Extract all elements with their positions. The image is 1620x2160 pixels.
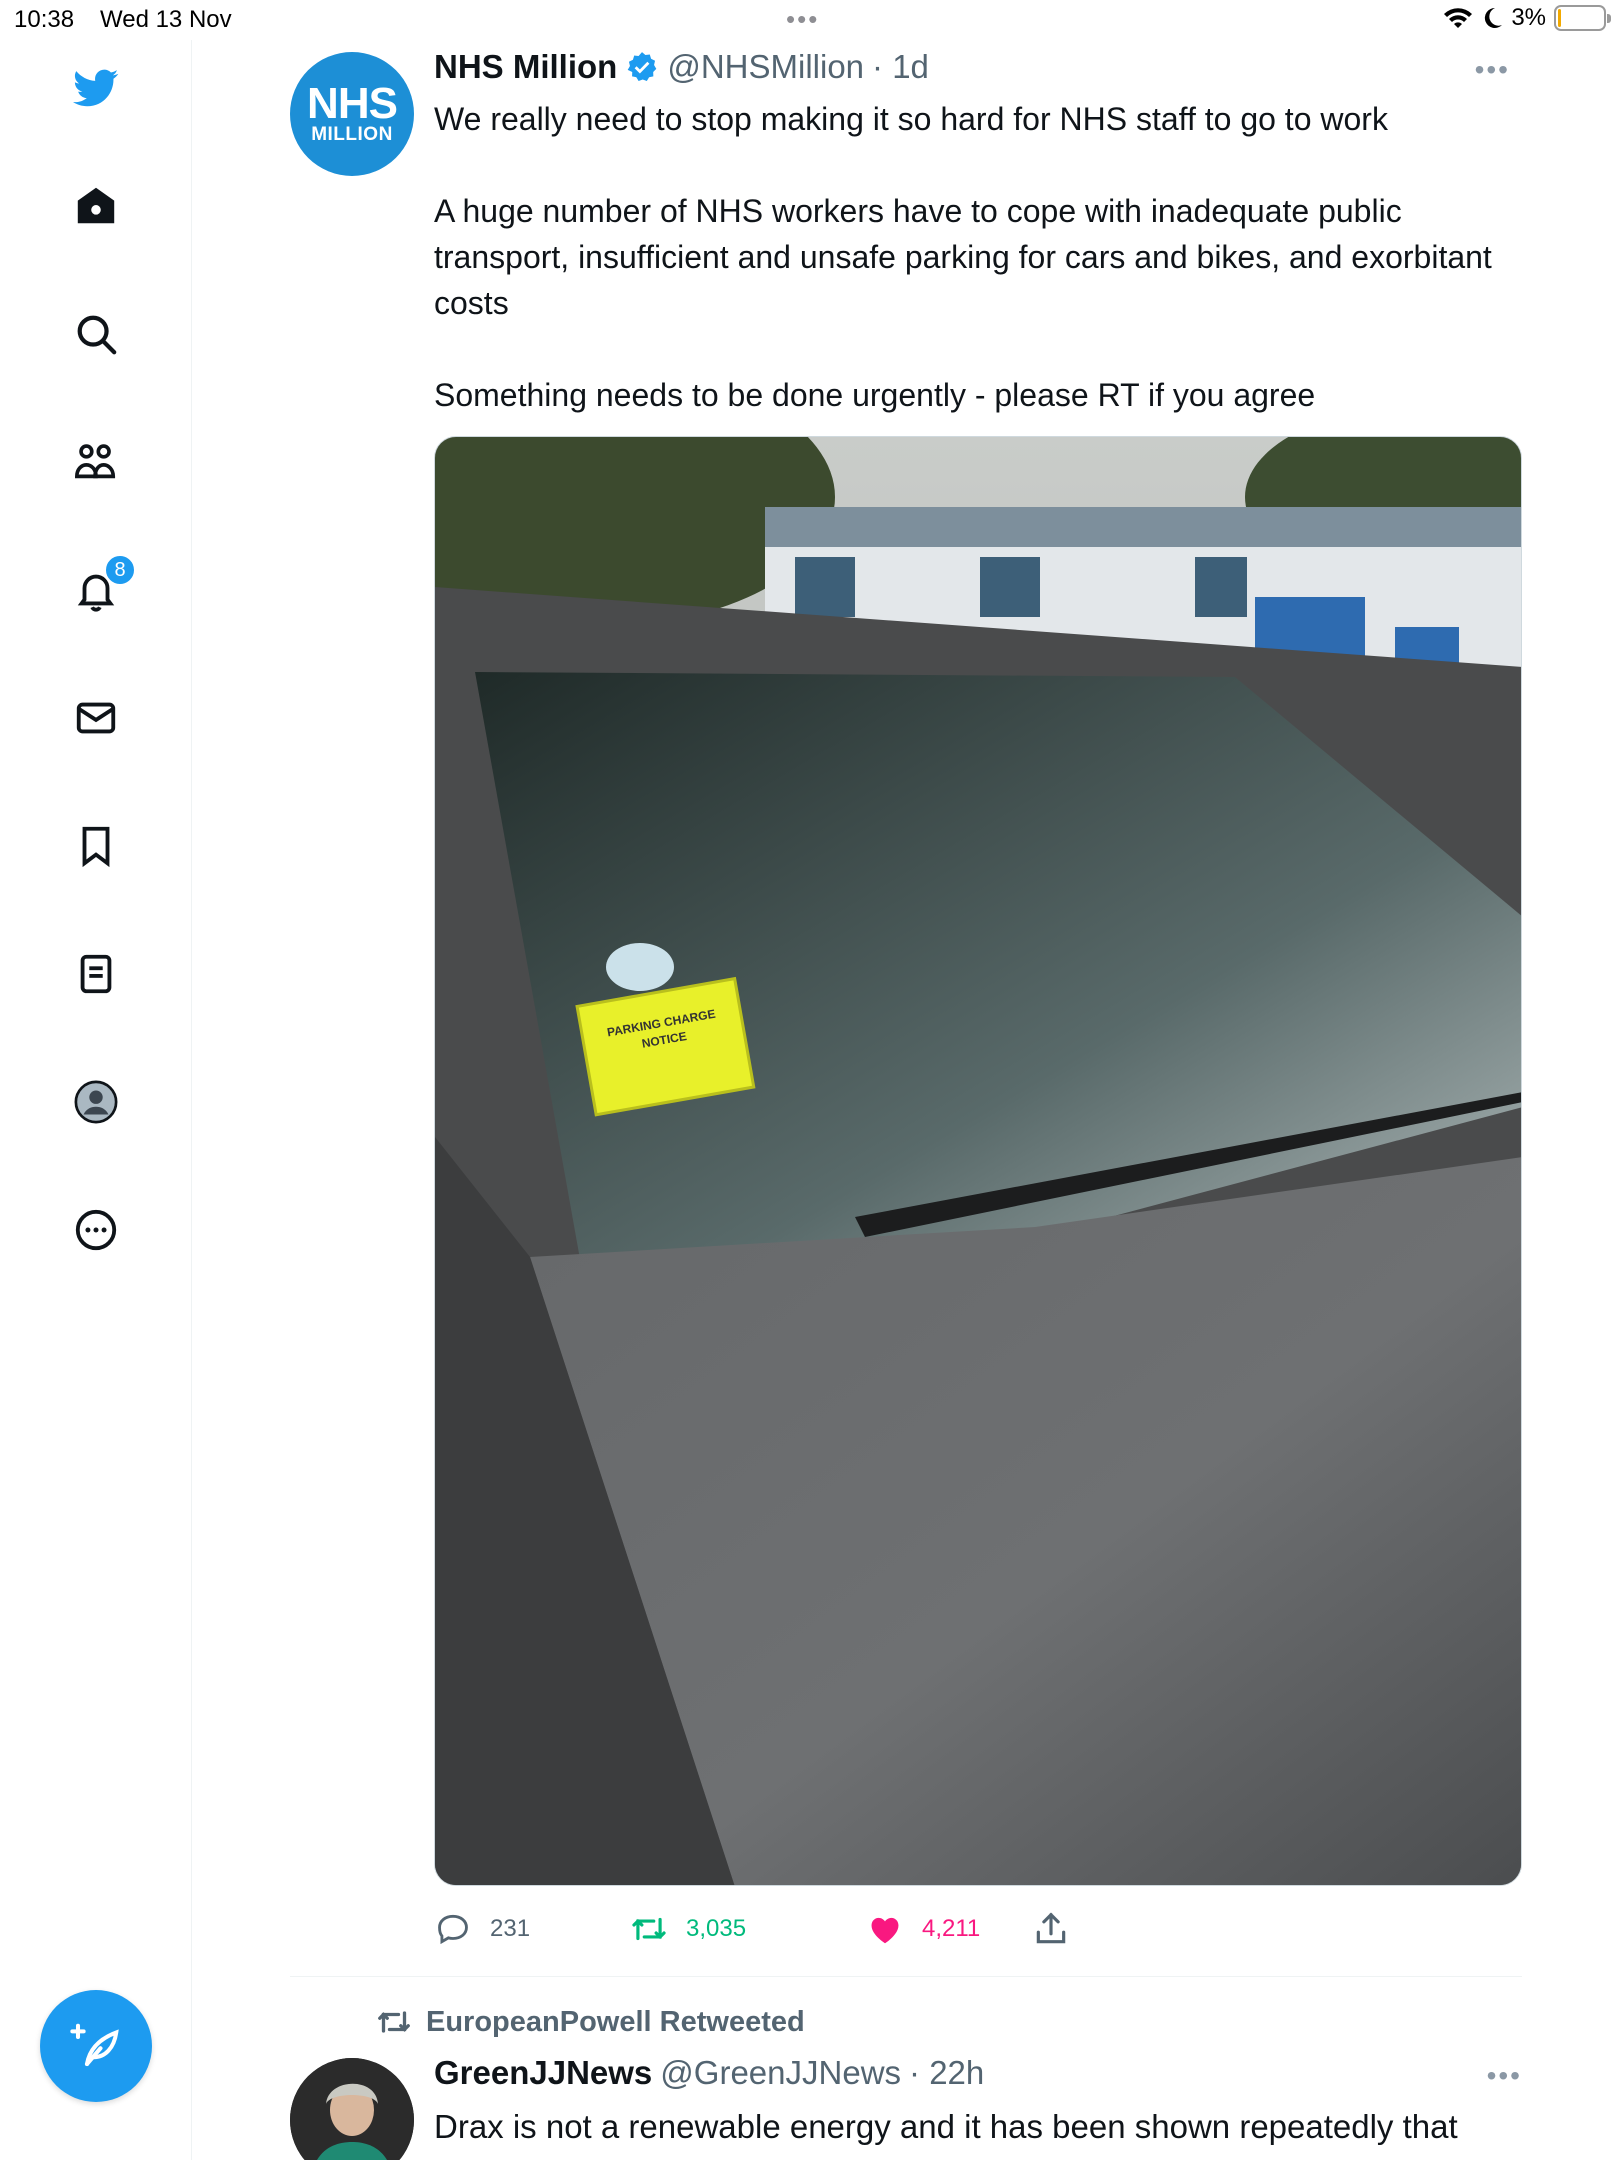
status-date: Wed 13 Nov (100, 6, 232, 33)
status-time: 10:38 (14, 6, 75, 33)
tweet-more-icon[interactable]: ••• (1487, 2060, 1522, 2092)
moon-icon (1485, 7, 1503, 28)
search-icon[interactable] (70, 308, 122, 360)
bookmarks-icon[interactable] (70, 820, 122, 872)
avatar[interactable]: NHS MILLION (290, 52, 414, 176)
share-button[interactable] (1032, 1910, 1070, 1948)
compose-tweet-button[interactable] (40, 1990, 152, 2102)
tweet-text: Drax is not a renewable energy and it ha… (434, 2108, 1458, 2145)
tweet-more-icon[interactable]: ••• (1475, 54, 1510, 86)
messages-icon[interactable] (70, 692, 122, 744)
verified-badge-icon (628, 52, 657, 82)
profile-icon[interactable] (70, 1076, 122, 1128)
tweet-media-photo[interactable]: PARKING CHARGE NOTICE (434, 436, 1522, 1886)
retweet-button[interactable]: 3,035 (630, 1910, 746, 1948)
battery-icon (1554, 5, 1611, 31)
like-button[interactable]: 4,211 (866, 1910, 980, 1948)
multitasking-dots-icon[interactable]: ••• (786, 4, 819, 35)
tweet-text: We really need to stop making it so hard… (434, 101, 1492, 413)
tweet-time[interactable]: · 22h (909, 2054, 984, 2092)
tweet-divider (290, 1976, 1522, 1977)
author-name[interactable]: NHS Million (434, 48, 617, 86)
tweet-time[interactable]: · 1d (872, 48, 929, 86)
tweet-actions: 231 3,035 4,211 (434, 1910, 1334, 1954)
battery-fill (1558, 9, 1561, 27)
like-count: 4,211 (922, 1915, 981, 1942)
retweet-indicator-icon (378, 2011, 410, 2033)
avatar-logo-nhs: NHS (307, 79, 398, 128)
status-bar: 10:38 Wed 13 Nov ••• 3% (0, 0, 1620, 40)
twitter-bird-icon[interactable] (70, 62, 122, 114)
notification-badge: 8 (104, 554, 136, 586)
reply-count: 231 (490, 1915, 531, 1942)
avatar-logo-million: MILLION (311, 124, 393, 145)
retweet-count: 3,035 (686, 1915, 747, 1942)
tweet-header: GreenJJNews @GreenJJNews · 22h (434, 2054, 984, 2092)
avatar[interactable] (290, 2058, 414, 2160)
author-handle[interactable]: @GreenJJNews (660, 2054, 901, 2092)
wifi-icon (1444, 8, 1473, 28)
heart-icon (871, 1917, 899, 1944)
status-right: 3% (1443, 4, 1611, 32)
more-icon[interactable] (70, 1204, 122, 1256)
profile-photo (290, 2058, 414, 2160)
retweeted-by-label: EuropeanPowell Retweeted (426, 2005, 805, 2038)
retweet-icon (632, 1917, 666, 1941)
sidebar: 8 (0, 40, 192, 2160)
reply-icon (438, 1914, 468, 1945)
notifications-icon[interactable]: 8 (70, 554, 136, 616)
communities-icon[interactable] (70, 436, 122, 488)
car-windscreen-photo: PARKING CHARGE NOTICE (435, 437, 1521, 1885)
author-name[interactable]: GreenJJNews (434, 2054, 652, 2092)
author-handle[interactable]: @NHSMillion (667, 48, 864, 86)
lists-icon[interactable] (70, 948, 122, 1000)
reply-button[interactable]: 231 (434, 1910, 530, 1948)
tweet-header: NHS Million @NHSMillion · 1d (434, 48, 929, 86)
home-icon[interactable] (70, 180, 122, 232)
compose-tweet-icon (70, 2023, 119, 2067)
battery-percent: 3% (1511, 4, 1546, 31)
retweeted-by[interactable]: EuropeanPowell Retweeted (376, 2004, 805, 2040)
share-icon (1036, 1912, 1066, 1944)
